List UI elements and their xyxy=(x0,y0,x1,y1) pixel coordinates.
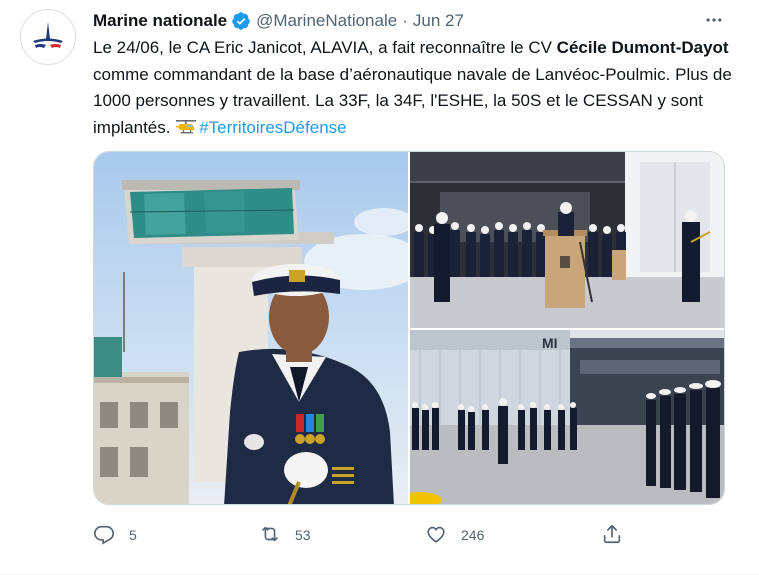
tweet-header: Marine nationale @MarineNationale · Jun … xyxy=(93,10,464,32)
retweet-icon xyxy=(259,523,281,548)
share-icon xyxy=(601,523,623,548)
helicopter-emoji xyxy=(175,117,197,133)
tweet-text-bold-name: Cécile Dumont-Dayot xyxy=(556,38,729,57)
action-bar: 5 53 246 xyxy=(93,520,653,550)
retweet-button[interactable]: 53 xyxy=(259,520,311,550)
hangar-sign: MI xyxy=(542,335,558,351)
media-grid: MI xyxy=(93,151,725,505)
tweet[interactable]: Marine nationale @MarineNationale · Jun … xyxy=(0,0,759,575)
reply-icon xyxy=(93,523,115,548)
author-handle[interactable]: @MarineNationale xyxy=(256,11,397,31)
tweet-text: Le 24/06, le CA Eric Janicot, ALAVIA, a … xyxy=(93,35,733,141)
tweet-text-part1: Le 24/06, le CA Eric Janicot, ALAVIA, a … xyxy=(93,38,557,57)
reply-count: 5 xyxy=(129,527,137,543)
verified-badge-icon xyxy=(231,11,251,31)
photo-ceremony-lectern[interactable] xyxy=(410,152,724,328)
author-avatar[interactable] xyxy=(20,9,76,65)
more-options-icon[interactable] xyxy=(702,10,726,30)
retweet-count: 53 xyxy=(295,527,311,543)
marine-nationale-logo xyxy=(22,11,74,63)
separator-dot: · xyxy=(402,11,408,30)
tweet-date[interactable]: Jun 27 xyxy=(413,11,464,31)
photo-troops-tarmac[interactable]: MI xyxy=(410,330,724,504)
share-button[interactable] xyxy=(601,520,623,550)
like-count: 246 xyxy=(461,527,485,543)
heart-icon xyxy=(425,523,447,548)
hashtag-link[interactable]: #TerritoiresDéfense xyxy=(199,118,346,137)
author-name[interactable]: Marine nationale xyxy=(93,11,227,31)
photo-officer-portrait[interactable] xyxy=(94,152,408,504)
like-button[interactable]: 246 xyxy=(425,520,484,550)
reply-button[interactable]: 5 xyxy=(93,520,137,550)
